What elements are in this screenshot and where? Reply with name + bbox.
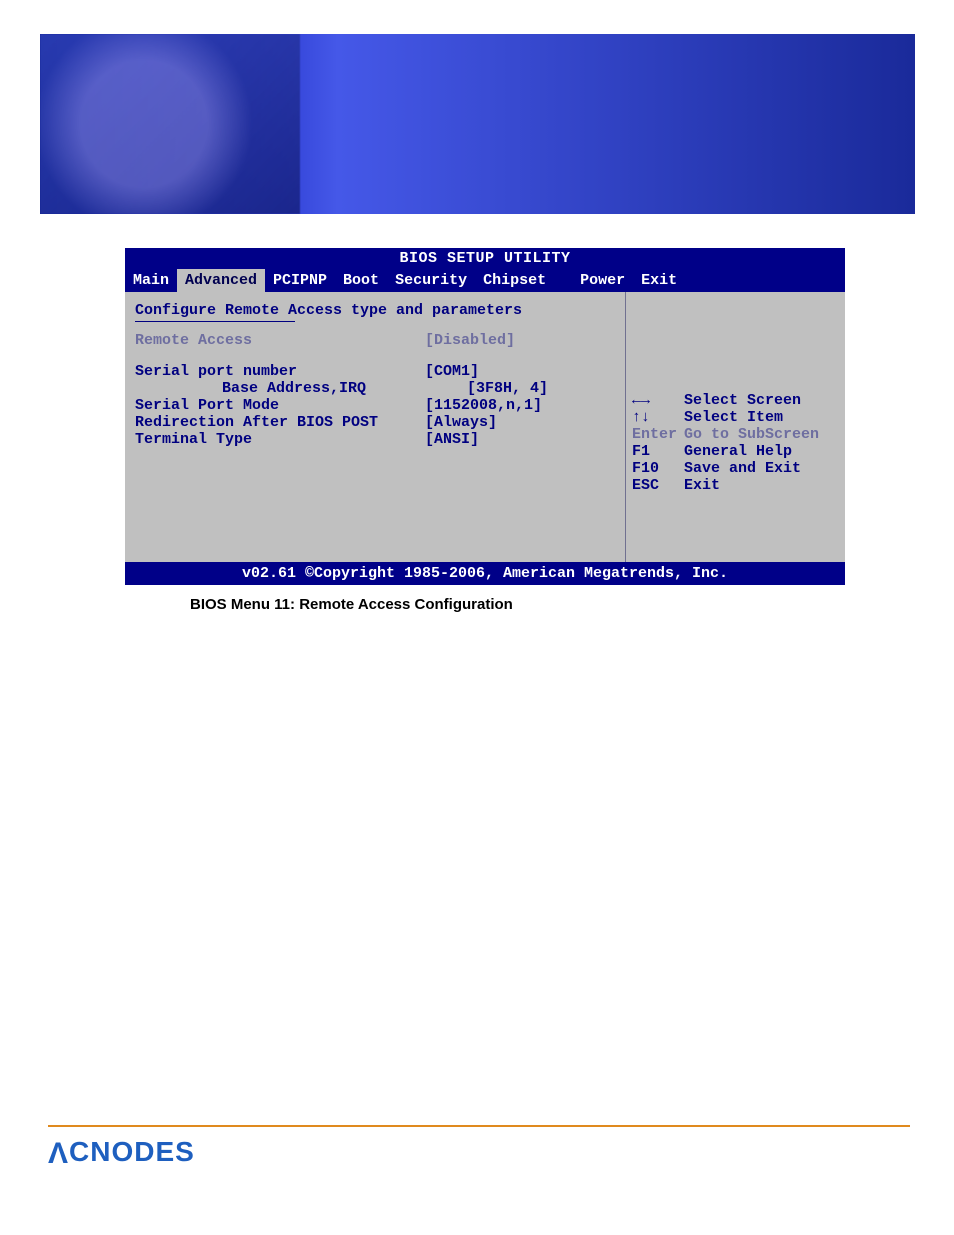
- setting-serial-port-number[interactable]: Serial port number [COM1]: [135, 363, 615, 380]
- bios-screenshot: BIOS SETUP UTILITY Main Advanced PCIPNP …: [125, 248, 845, 585]
- setting-value: [Disabled]: [425, 332, 515, 349]
- logo-mark-icon: Λ: [48, 1137, 69, 1170]
- bios-tab-bar: Main Advanced PCIPNP Boot Security Chips…: [125, 269, 845, 292]
- help-list: ←→ Select Screen ↑↓ Select Item Enter Go…: [632, 392, 839, 494]
- brand-name: CNODES: [69, 1136, 195, 1167]
- help-key: ←→: [632, 392, 684, 409]
- setting-terminal-type[interactable]: Terminal Type [ANSI]: [135, 431, 615, 448]
- heading-underline: [135, 321, 295, 322]
- caption-text: BIOS Menu 11: Remote Access Configuratio…: [190, 596, 513, 613]
- setting-label: Base Address,IRQ: [135, 380, 467, 397]
- setting-value: [1152008,n,1]: [425, 397, 542, 414]
- help-select-item: ↑↓ Select Item: [632, 409, 839, 426]
- tab-exit[interactable]: Exit: [633, 269, 685, 292]
- help-enter-subscreen: Enter Go to SubScreen: [632, 426, 839, 443]
- footer-divider: [48, 1125, 910, 1127]
- page-header-banner: [40, 34, 915, 214]
- tab-main[interactable]: Main: [125, 269, 177, 292]
- tab-power[interactable]: Power: [572, 269, 633, 292]
- help-text: Exit: [684, 477, 720, 494]
- setting-serial-port-mode[interactable]: Serial Port Mode [1152008,n,1]: [135, 397, 615, 414]
- tab-chipset[interactable]: Chipset: [475, 269, 554, 292]
- help-general-help: F1 General Help: [632, 443, 839, 460]
- section-heading: Configure Remote Access type and paramet…: [135, 302, 615, 319]
- tab-advanced[interactable]: Advanced: [177, 269, 265, 292]
- help-key: ↑↓: [632, 409, 684, 426]
- help-text: Save and Exit: [684, 460, 801, 477]
- setting-label: Serial Port Mode: [135, 397, 425, 414]
- help-key: ESC: [632, 477, 684, 494]
- help-text: Select Screen: [684, 392, 801, 409]
- bios-help-panel: ←→ Select Screen ↑↓ Select Item Enter Go…: [625, 292, 845, 562]
- brand-logo: ΛCNODES: [48, 1136, 195, 1171]
- help-select-screen: ←→ Select Screen: [632, 392, 839, 409]
- tab-boot[interactable]: Boot: [335, 269, 387, 292]
- setting-label: Terminal Type: [135, 431, 425, 448]
- help-text: General Help: [684, 443, 792, 460]
- setting-remote-access[interactable]: Remote Access [Disabled]: [135, 332, 615, 349]
- setting-label: Remote Access: [135, 332, 425, 349]
- help-key: F10: [632, 460, 684, 477]
- bios-settings-panel: Configure Remote Access type and paramet…: [125, 292, 625, 562]
- setting-value: [3F8H, 4]: [467, 380, 548, 397]
- bios-footer: v02.61 ©Copyright 1985-2006, American Me…: [125, 562, 845, 585]
- setting-label: Serial port number: [135, 363, 425, 380]
- bios-body: Configure Remote Access type and paramet…: [125, 292, 845, 562]
- setting-base-address-irq: Base Address,IRQ [3F8H, 4]: [135, 380, 615, 397]
- help-key: F1: [632, 443, 684, 460]
- figure-caption: BIOS Menu 11: Remote Access Configuratio…: [190, 596, 513, 613]
- help-text: Go to SubScreen: [684, 426, 819, 443]
- help-text: Select Item: [684, 409, 783, 426]
- help-save-exit: F10 Save and Exit: [632, 460, 839, 477]
- setting-label: Redirection After BIOS POST: [135, 414, 425, 431]
- setting-redirection-after-post[interactable]: Redirection After BIOS POST [Always]: [135, 414, 615, 431]
- tab-security[interactable]: Security: [387, 269, 475, 292]
- circuit-graphic: [40, 34, 300, 214]
- bios-title: BIOS SETUP UTILITY: [125, 248, 845, 269]
- setting-value: [ANSI]: [425, 431, 479, 448]
- setting-value: [Always]: [425, 414, 497, 431]
- setting-value: [COM1]: [425, 363, 479, 380]
- help-key: Enter: [632, 426, 684, 443]
- tab-pcipnp[interactable]: PCIPNP: [265, 269, 335, 292]
- help-exit: ESC Exit: [632, 477, 839, 494]
